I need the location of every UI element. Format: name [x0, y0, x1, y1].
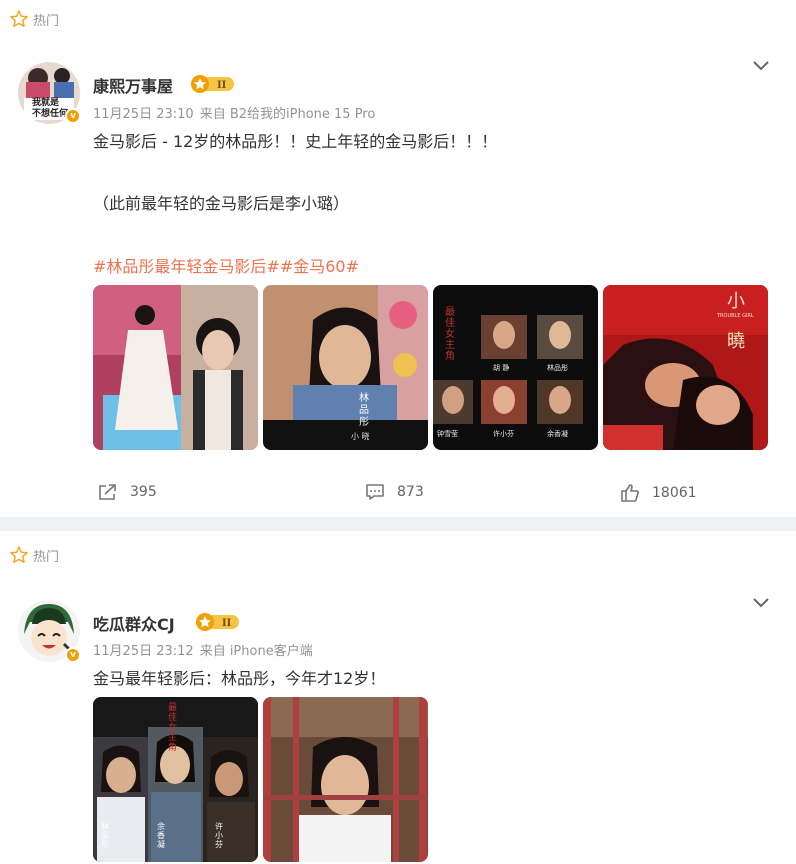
hot-label: 热门 [9, 9, 59, 29]
like-button[interactable]: 18061 [620, 483, 697, 503]
post-image[interactable] [263, 697, 428, 862]
comment-button[interactable]: 873 [365, 483, 424, 501]
author-name[interactable]: 康熙万事屋 [93, 73, 173, 97]
chevron-down-icon[interactable] [752, 60, 770, 72]
post-text: （此前最年轻的金马影后是李小璐） [93, 194, 350, 213]
repost-icon [99, 484, 116, 500]
chevron-down-icon[interactable] [752, 597, 770, 609]
post-source: 来自 iPhone客户端 [199, 644, 313, 659]
post-image[interactable] [93, 285, 258, 450]
level-badge-icon: II [196, 613, 239, 631]
image-caption: 最佳女主角 [168, 703, 178, 753]
verified-badge-icon: v [65, 647, 81, 663]
post-source: 来自 B2给我的iPhone 15 Pro [199, 107, 376, 122]
post-image[interactable]: 小 曉 TROUBLE GIRL [603, 285, 768, 450]
feed-card: 热门 我就是 不想任何 v 康熙万事屋 II 11月25日 23:10 来自 B2… [0, 0, 796, 517]
nominee-name: 余香凝 [547, 430, 568, 438]
post-time[interactable]: 11月25日 23:12 [93, 644, 194, 659]
post-meta: 11月25日 23:12 来自 iPhone客户端 [93, 640, 319, 659]
star-icon [10, 546, 28, 563]
nominee-name: 林品彤 [101, 822, 109, 849]
nominee-name: 胡 静 [493, 364, 510, 372]
star-icon [10, 10, 28, 27]
svg-text:II: II [222, 618, 232, 629]
nominee-name: 林品彤 [547, 364, 568, 372]
post-image[interactable]: 最佳女主角 林品彤 余香凝 许小芬 [93, 697, 258, 862]
level-badge-icon: II [191, 75, 234, 93]
comment-icon [366, 484, 384, 500]
post-image[interactable]: 林品彤 小 晓 [263, 285, 428, 450]
verified-badge-icon: v [65, 108, 81, 124]
svg-text:II: II [217, 80, 227, 91]
image-subcaption: 小 晓 [351, 432, 370, 441]
nominee-name: 余香凝 [157, 822, 165, 849]
repost-count: 395 [130, 484, 157, 500]
avatar-text: 不想任何 [32, 109, 69, 119]
nominee-name: 许小芬 [215, 822, 223, 849]
feed-card: 热门 v 吃瓜群众CJ II 11月25日 23:12 来自 iPhone客户端 … [0, 531, 796, 864]
author-name[interactable]: 吃瓜群众CJ [93, 611, 175, 635]
image-caption: 小 [727, 291, 745, 312]
image-caption: 曉 [727, 331, 745, 352]
hashtag-link[interactable]: #林品彤最年轻金马影后##金马60# [93, 253, 359, 277]
avatar-text: 我就是 [32, 98, 60, 108]
post-text: 金马影后 - 12岁的林品彤！！史上年轻的金马影后！！！ [93, 132, 498, 151]
post-time[interactable]: 11月25日 23:10 [93, 107, 194, 122]
like-count: 18061 [652, 485, 697, 501]
hot-label: 热门 [9, 545, 59, 565]
post-image[interactable]: 最佳女主角 胡 静 林品彤 钟雪莹 许小芬 余香凝 [433, 285, 598, 450]
image-caption: 林品彤 [359, 393, 369, 428]
hot-label-text: 热门 [33, 13, 60, 29]
nominee-name: 钟雪莹 [437, 430, 458, 438]
image-subcaption: TROUBLE GIRL [717, 313, 754, 319]
post-text: 金马最年轻影后：林品彤，今年才12岁！ [93, 669, 386, 688]
hot-label-text: 热门 [33, 549, 60, 565]
comment-count: 873 [397, 484, 424, 500]
post-meta: 11月25日 23:10 来自 B2给我的iPhone 15 Pro [93, 103, 381, 122]
repost-button[interactable]: 395 [98, 483, 157, 501]
thumbs-up-icon [621, 484, 639, 502]
nominee-name: 许小芬 [493, 430, 514, 438]
